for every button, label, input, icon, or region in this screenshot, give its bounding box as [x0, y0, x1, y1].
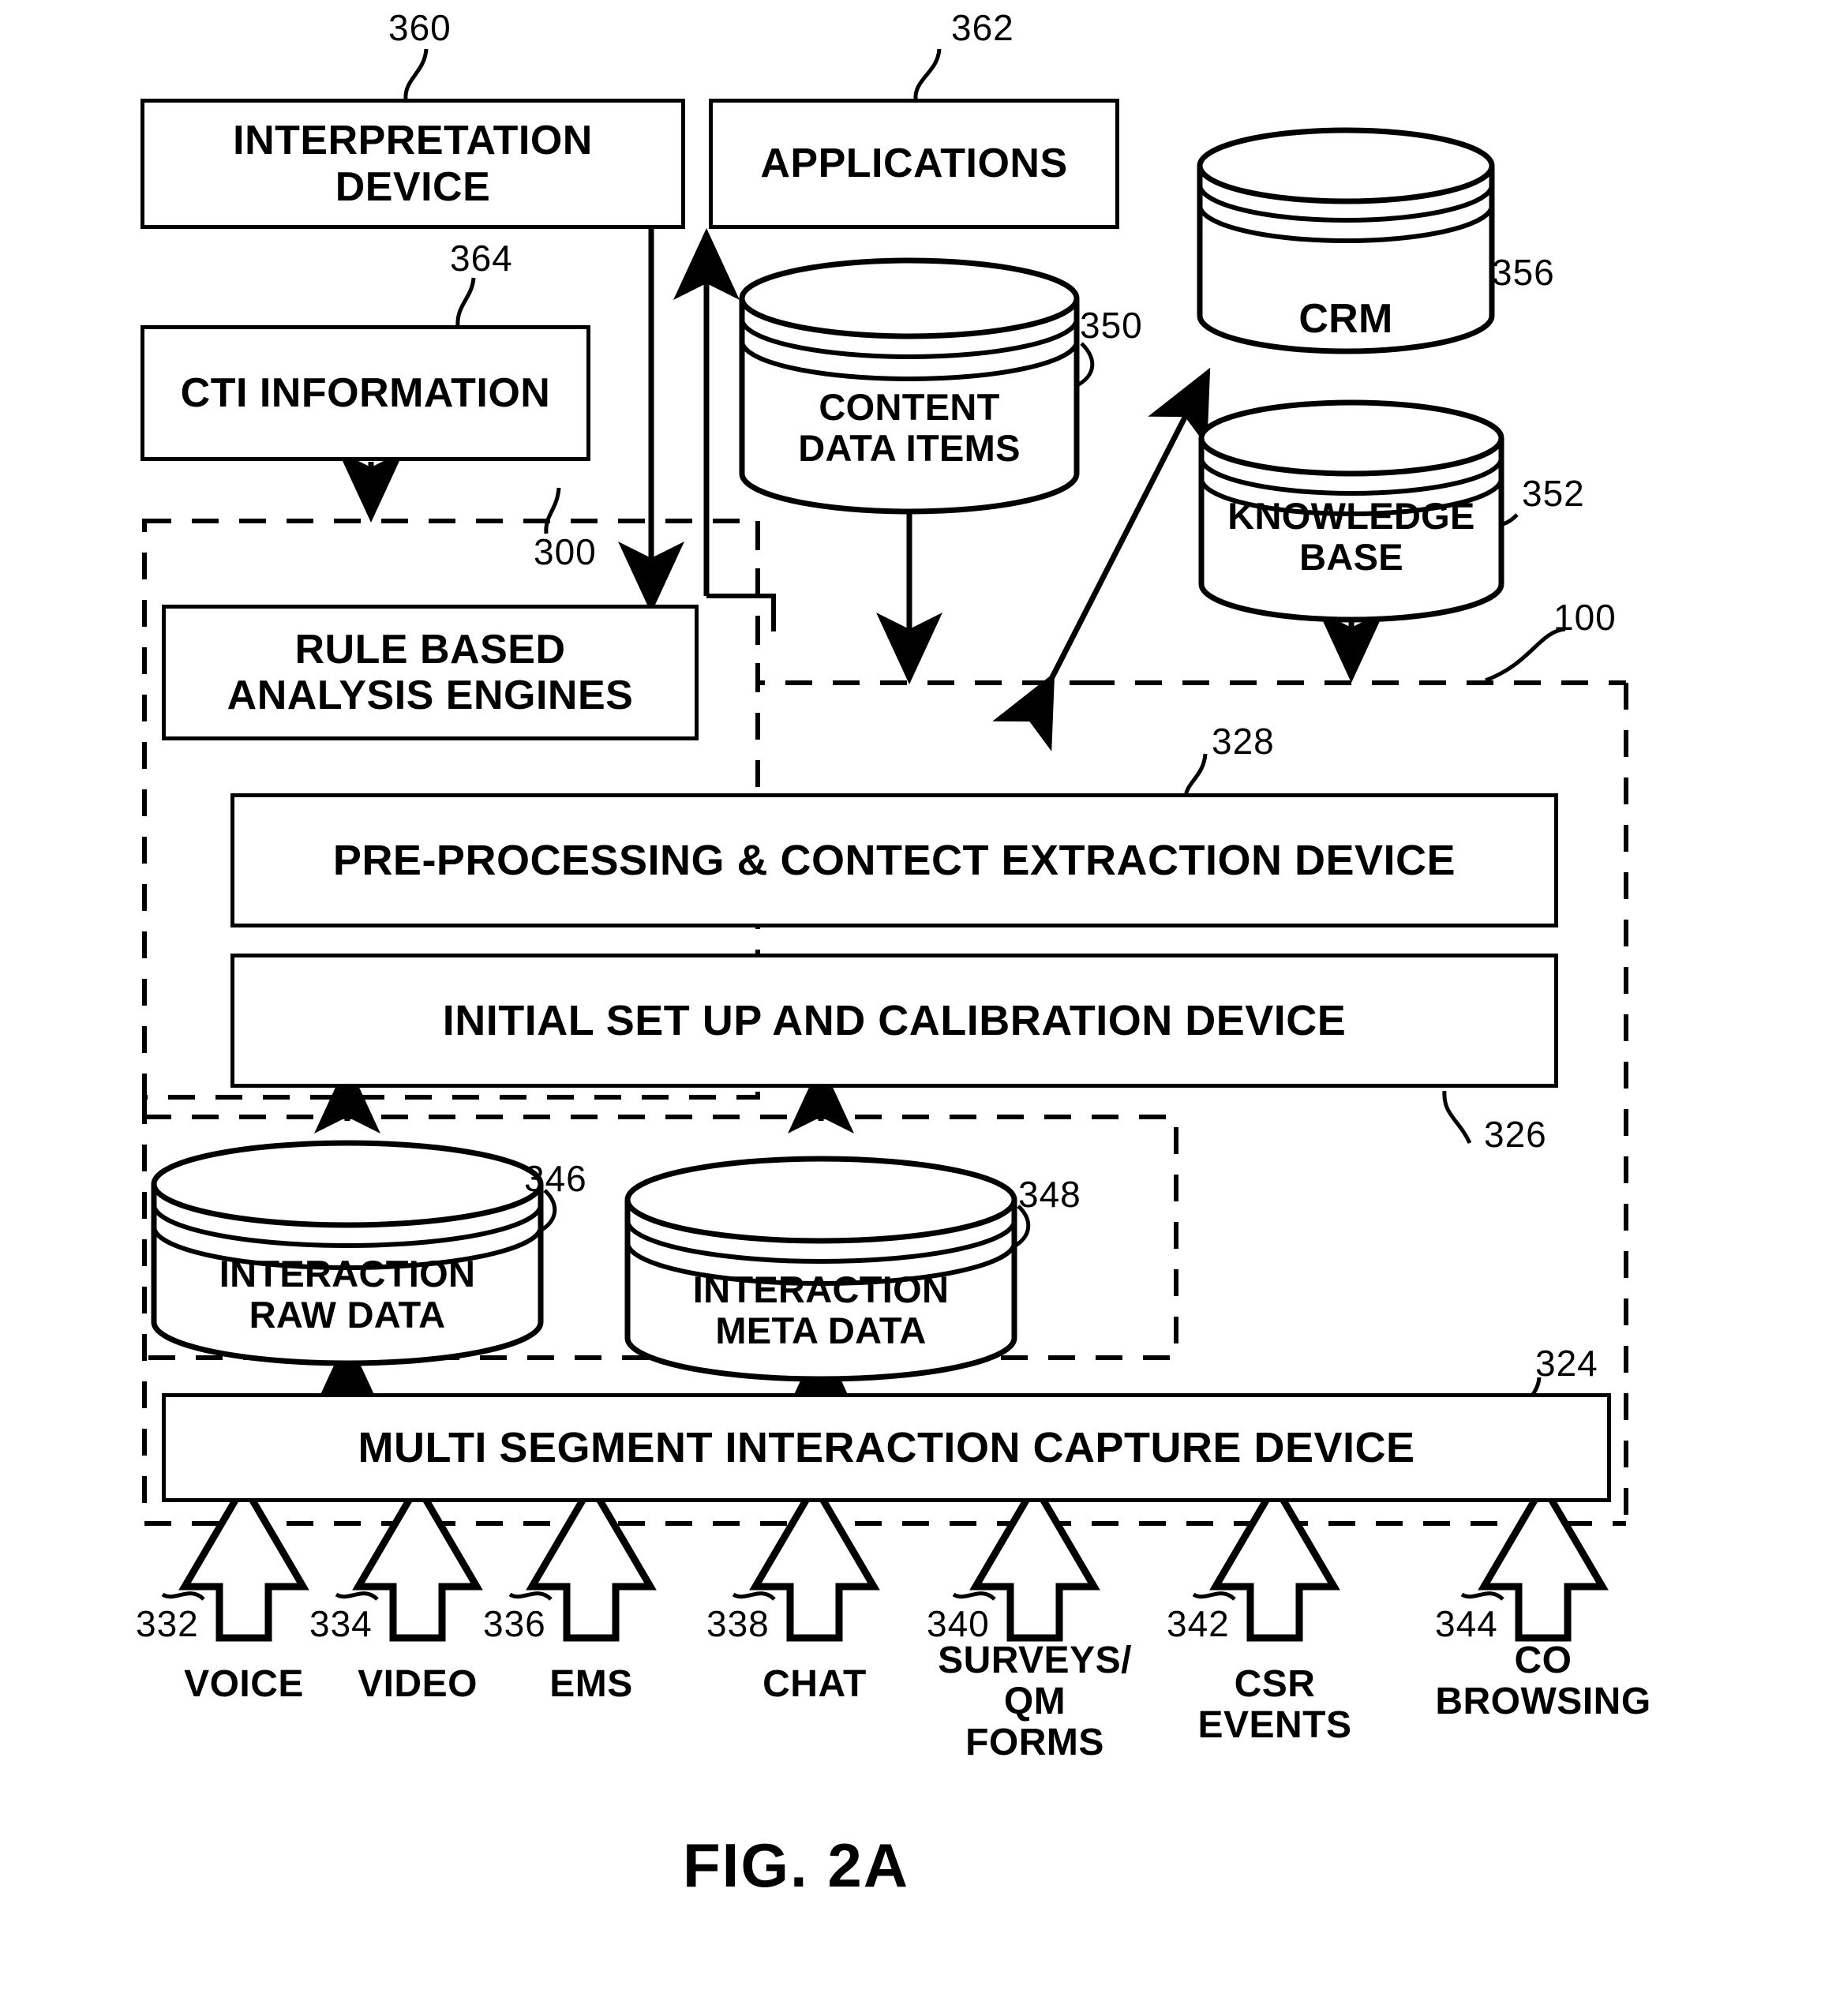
- leader-336: [508, 1591, 553, 1601]
- ref-300: 300: [534, 531, 597, 572]
- ref-362: 362: [951, 7, 1014, 48]
- cylinder-interaction-raw-data: [151, 1140, 544, 1366]
- ref-350: 350: [1080, 305, 1143, 346]
- ref-360: 360: [388, 7, 452, 48]
- block-arrow-ems: [526, 1478, 657, 1642]
- box-cti-information-label: CTI INFORMATION: [180, 369, 551, 416]
- channel-label-chat: CHAT: [763, 1663, 867, 1705]
- channel-label-csr-events: CSR EVENTS: [1197, 1663, 1352, 1746]
- channel-label-surveys-qm-forms: SURVEYS/ QM FORMS: [938, 1639, 1132, 1763]
- channel-label-ems: EMS: [549, 1663, 633, 1705]
- leader-344: [1460, 1591, 1504, 1601]
- ref-342: 342: [1167, 1603, 1230, 1644]
- box-pre-processing-context-extraction-device[interactable]: PRE-PROCESSING & CONTECT EXTRACTION DEVI…: [230, 793, 1558, 927]
- leader-342: [1192, 1591, 1236, 1601]
- ref-338: 338: [706, 1603, 770, 1644]
- block-arrow-surveys-qm-forms: [969, 1478, 1100, 1642]
- leader-334: [335, 1591, 379, 1601]
- leader-362: [913, 48, 942, 100]
- leader-364: [455, 277, 476, 328]
- leader-326: [1442, 1090, 1472, 1145]
- box-multi-segment-capture-label: MULTI SEGMENT INTERACTION CAPTURE DEVICE: [358, 1423, 1415, 1471]
- box-interpretation-device-label: INTERPRETATION DEVICE: [233, 118, 593, 210]
- ref-352: 352: [1522, 473, 1585, 514]
- box-multi-segment-interaction-capture-device[interactable]: MULTI SEGMENT INTERACTION CAPTURE DEVICE: [162, 1393, 1611, 1502]
- box-rule-based-analysis-engines[interactable]: RULE BASED ANALYSIS ENGINES: [162, 605, 699, 740]
- ref-100: 100: [1553, 597, 1617, 638]
- ref-328: 328: [1212, 721, 1275, 762]
- leader-332: [161, 1591, 205, 1601]
- ref-364: 364: [450, 238, 513, 279]
- box-rule-based-analysis-engines-label: RULE BASED ANALYSIS ENGINES: [227, 626, 634, 718]
- box-cti-information[interactable]: CTI INFORMATION: [141, 325, 590, 461]
- ref-336: 336: [483, 1603, 546, 1644]
- block-arrow-co-browsing: [1478, 1478, 1609, 1642]
- ref-334: 334: [309, 1603, 373, 1644]
- leader-360: [403, 48, 429, 100]
- dashed-region-content-left: [755, 521, 1088, 685]
- ref-356: 356: [1492, 252, 1555, 293]
- figure-caption: FIG. 2A: [683, 1831, 910, 1900]
- block-arrow-csr-events: [1209, 1478, 1340, 1642]
- box-interpretation-device[interactable]: INTERPRETATION DEVICE: [141, 99, 685, 229]
- ref-348: 348: [1018, 1174, 1081, 1215]
- leader-338: [732, 1591, 776, 1601]
- box-pre-processing-label: PRE-PROCESSING & CONTECT EXTRACTION DEVI…: [332, 836, 1456, 884]
- connector-rules-to-applications-stub: [706, 594, 776, 631]
- leader-340: [952, 1591, 996, 1601]
- ref-326: 326: [1484, 1114, 1547, 1155]
- cylinder-interaction-meta-data: [624, 1156, 1017, 1382]
- ref-344: 344: [1435, 1603, 1498, 1644]
- box-applications[interactable]: APPLICATIONS: [709, 99, 1119, 229]
- block-arrow-video: [352, 1478, 483, 1642]
- box-applications-label: APPLICATIONS: [760, 141, 1068, 187]
- cylinder-crm: [1197, 127, 1495, 354]
- box-initial-setup-label: INITIAL SET UP AND CALIBRATION DEVICE: [442, 996, 1347, 1044]
- ref-324: 324: [1535, 1343, 1598, 1384]
- ref-346: 346: [524, 1158, 587, 1199]
- ref-340: 340: [927, 1603, 990, 1644]
- ref-332: 332: [136, 1603, 199, 1644]
- patent-figure-2a: INTERPRETATION DEVICE APPLICATIONS CTI I…: [0, 0, 1836, 2016]
- box-initial-setup-calibration-device[interactable]: INITIAL SET UP AND CALIBRATION DEVICE: [230, 954, 1558, 1088]
- cylinder-content-data-items: [739, 257, 1080, 515]
- cylinder-knowledge-base: [1198, 399, 1504, 623]
- block-arrow-voice: [178, 1478, 309, 1642]
- block-arrow-chat: [749, 1478, 880, 1642]
- channel-label-co-browsing: CO BROWSING: [1435, 1639, 1651, 1722]
- leader-300: [544, 487, 561, 534]
